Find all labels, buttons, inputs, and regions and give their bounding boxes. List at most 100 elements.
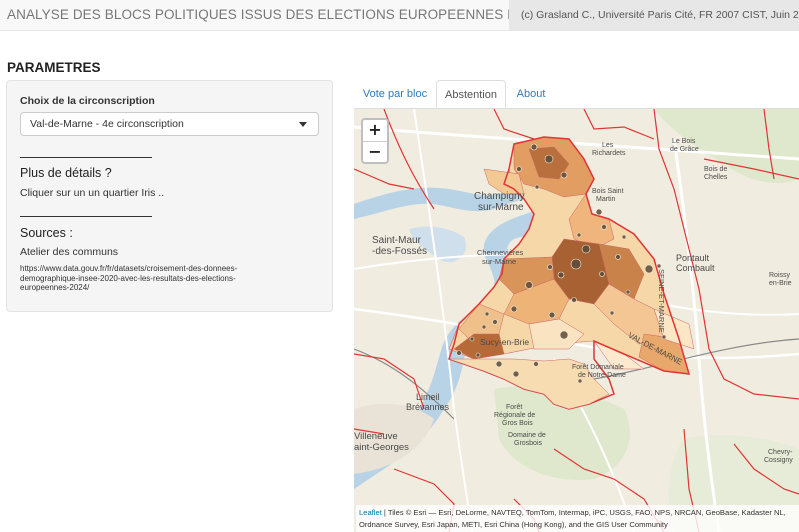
tab-about[interactable]: About: [506, 80, 556, 108]
circle-marker: [516, 166, 522, 172]
parameters-panel: Choix de la circonscription Val-de-Marne…: [6, 80, 333, 312]
circle-marker: [525, 281, 533, 289]
source-url: https://www.data.gouv.fr/fr/datasets/cro…: [20, 264, 238, 292]
circle-marker: [492, 319, 498, 325]
label-roissy: Roissy en-Brie: [769, 272, 792, 287]
leaflet-link[interactable]: Leaflet: [359, 508, 382, 517]
circle-marker: [609, 310, 615, 316]
label-champigny: Champigny sur-Marne: [474, 191, 525, 213]
select-label: Choix de la circonscription: [20, 95, 155, 107]
circle-marker: [475, 352, 481, 358]
label-foret-notre-dame: Forêt Domaniale de Notre-Dame: [572, 364, 626, 379]
tab-vote-par-bloc[interactable]: Vote par bloc: [354, 80, 436, 108]
circle-marker: [456, 350, 462, 356]
circle-marker: [599, 271, 605, 277]
label-line: Chevry-: [768, 449, 793, 456]
circle-marker: [615, 254, 621, 260]
circonscription-select[interactable]: Val-de-Marne - 4e circonscription: [20, 112, 319, 136]
app-title[interactable]: ANALYSE DES BLOCS POLITIQUES ISSUS DES E…: [7, 7, 560, 22]
circle-marker: [530, 143, 538, 151]
label-bois-st-martin: Bois Saint Martin: [592, 188, 624, 203]
circle-marker: [481, 324, 487, 330]
circle-marker: [661, 334, 667, 340]
circle-marker: [625, 289, 631, 295]
label-line: Cossigny: [764, 457, 793, 464]
circle-marker: [601, 224, 607, 230]
label-line: Richardets: [592, 150, 626, 157]
select-value: Val-de-Marne - 4e circonscription: [30, 118, 184, 130]
divider: [20, 157, 152, 158]
credit-text: (c) Grasland C., Université Paris Cité, …: [509, 0, 799, 30]
label-sucy: Sucy-en-Brie: [480, 337, 529, 347]
label-line: Limeil: [416, 392, 440, 402]
label-line: Le Bois: [672, 138, 696, 145]
circle-marker: [577, 378, 583, 384]
label-bois-chelles: Bois de Chelles: [704, 166, 728, 181]
label-line: Chelles: [704, 174, 728, 181]
navbar: ANALYSE DES BLOCS POLITIQUES ISSUS DES E…: [0, 0, 799, 31]
map-canvas[interactable]: Champigny sur-Marne Saint-Maur -des-Fossés…: [354, 109, 799, 532]
label-pontault: Pontault Combault: [676, 253, 715, 273]
label-line: Grosbois: [514, 440, 543, 447]
label-line: Forêt Domaniale: [572, 364, 624, 371]
label-line: Bois Saint: [592, 188, 624, 195]
label-line: Champigny: [474, 191, 525, 202]
circle-marker: [570, 258, 582, 270]
label-line: Combault: [676, 263, 715, 273]
label-line: Régionale de: [494, 412, 535, 419]
circle-marker: [576, 232, 582, 238]
circle-marker: [557, 271, 565, 279]
label-line: de Grâce: [670, 146, 699, 153]
circle-marker: [644, 264, 654, 274]
attribution-text: | Tiles © Esri — Esri, DeLorme, NAVTEQ, …: [359, 508, 786, 529]
map-attribution: Leaflet | Tiles © Esri — Esri, DeLorme, …: [356, 505, 799, 532]
label-line: Roissy: [769, 272, 791, 279]
label-line: -des-Fossés: [372, 246, 427, 257]
tab-bar: Vote par bloc Abstention About: [354, 80, 799, 109]
label-line: Forêt: [506, 404, 522, 411]
divider: [20, 216, 152, 217]
circle-marker: [512, 370, 520, 378]
circle-marker: [534, 184, 540, 190]
section-title: PARAMETRES: [7, 60, 101, 75]
label-line: Bois de: [704, 166, 727, 173]
circle-marker: [484, 311, 490, 317]
sources-title: Sources :: [20, 226, 73, 240]
circle-marker: [547, 264, 553, 270]
label-line: Villeneuve: [354, 431, 398, 442]
circle-marker: [544, 154, 554, 164]
circle-marker: [571, 297, 577, 303]
label-line: Saint-Maur: [372, 235, 422, 246]
circle-marker: [548, 311, 556, 319]
label-line: Les: [602, 142, 614, 149]
zoom-control: + −: [361, 118, 389, 164]
label-chevry: Chevry-Cossigny: [764, 449, 793, 464]
label-line: Gros Bois: [502, 420, 533, 427]
label-line: Domaine de: [508, 432, 546, 439]
tab-abstention[interactable]: Abstention: [436, 80, 506, 108]
circle-marker: [495, 360, 503, 368]
label-line: sur-Marne: [482, 257, 516, 266]
label-line: de Notre-Dame: [578, 372, 626, 379]
details-text: Cliquer sur un un quartier Iris ..: [20, 187, 165, 199]
label-line: aint-Georges: [354, 442, 409, 453]
caret-down-icon: [299, 122, 307, 127]
circle-marker: [581, 244, 591, 254]
label-line: Brévannes: [406, 402, 450, 412]
map[interactable]: Champigny sur-Marne Saint-Maur -des-Fossés…: [354, 109, 799, 532]
circle-marker: [595, 208, 603, 216]
label-line: Chennevières: [477, 248, 524, 257]
zoom-out-button[interactable]: −: [363, 142, 387, 163]
source-name: Atelier des communs: [20, 246, 119, 258]
label-line: en-Brie: [769, 280, 792, 287]
label-domaine-gros-bois: Domaine de Grosbois: [508, 432, 546, 447]
circle-marker: [510, 305, 518, 313]
circle-marker: [560, 171, 568, 179]
label-bois-grace: Le Bois de Grâce: [670, 138, 699, 153]
circle-marker: [469, 336, 475, 342]
label-line: Pontault: [676, 253, 710, 263]
zoom-in-button[interactable]: +: [363, 120, 387, 142]
label-line: Martin: [596, 196, 616, 203]
circle-marker: [656, 263, 662, 269]
label-seine-et-marne: SEINE-ET-MARNE: [657, 269, 666, 333]
